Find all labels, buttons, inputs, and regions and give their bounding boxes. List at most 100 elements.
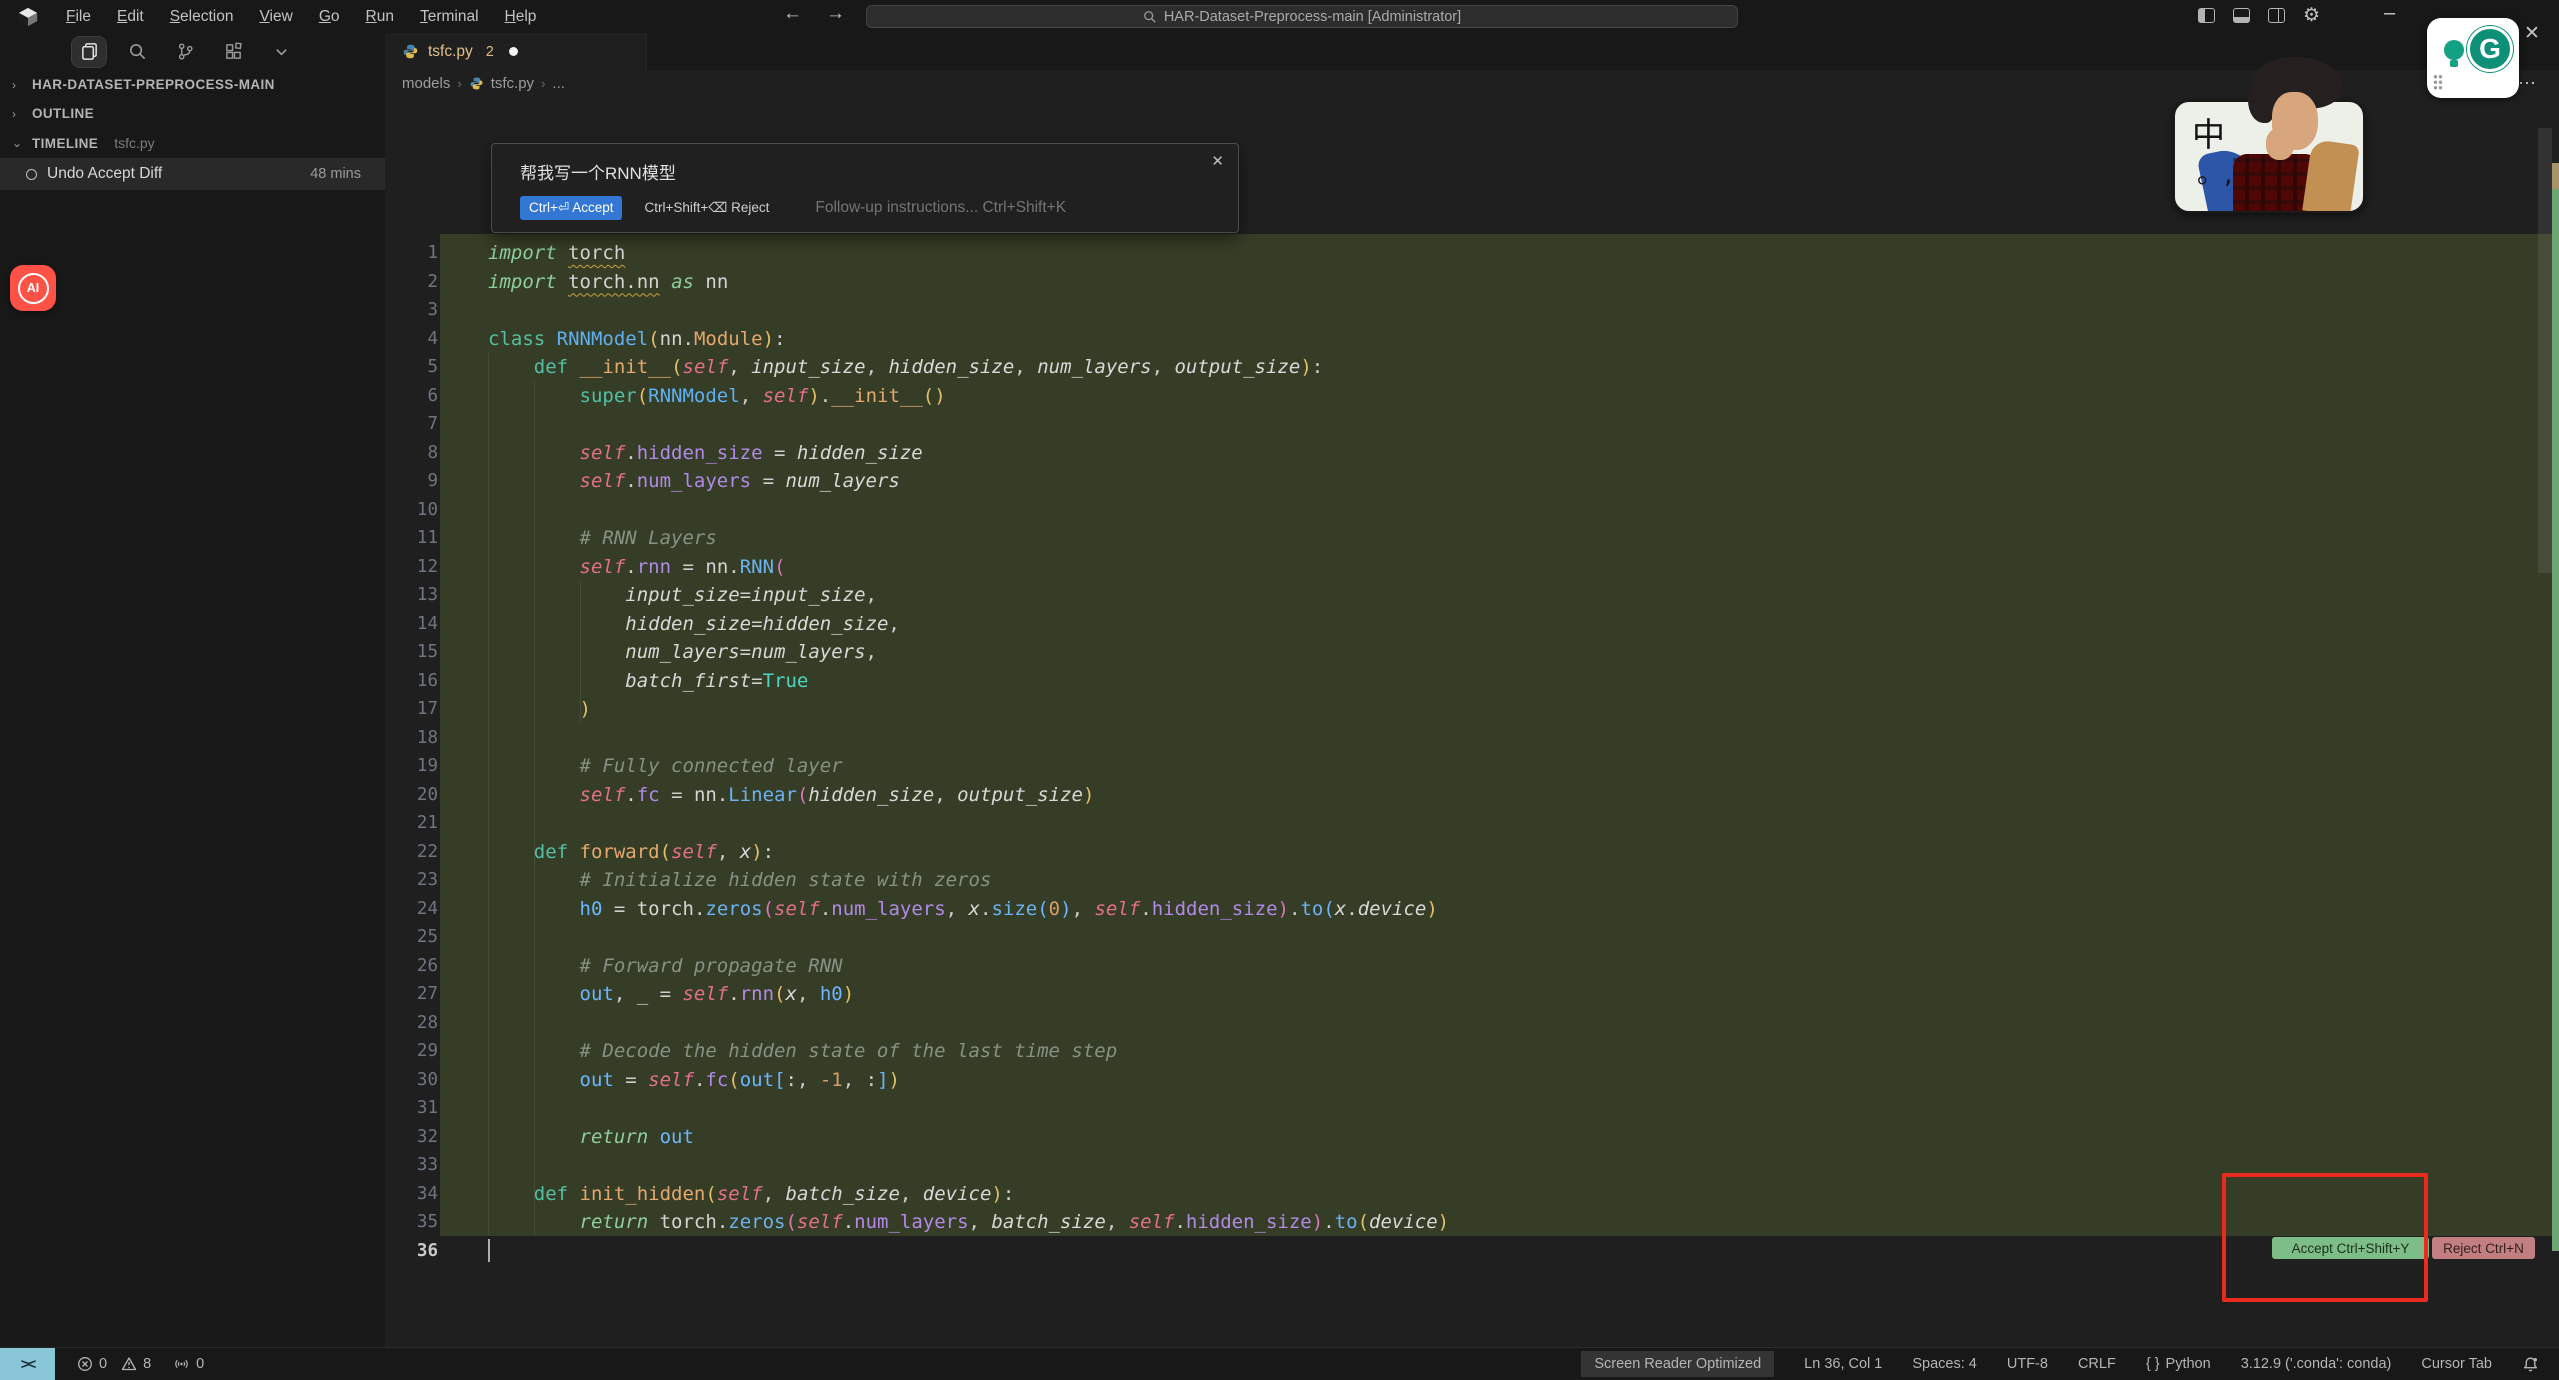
ime-punctuation-indicator[interactable]: 。,	[2197, 152, 2233, 191]
code-line: 22 def forward(self, x):	[385, 838, 2559, 867]
search-view-icon[interactable]	[120, 37, 154, 67]
scrollbar[interactable]	[2538, 128, 2552, 573]
code-line: 5 def __init__(self, input_size, hidden_…	[385, 353, 2559, 382]
window-minimize-icon[interactable]: –	[2384, 2, 2395, 25]
status-bar: >< 0 8 0 Screen Reader Optimized Ln 36, …	[0, 1347, 2559, 1380]
line-number: 17	[385, 695, 455, 724]
eol-status[interactable]: CRLF	[2078, 1356, 2116, 1372]
sidebar-section-timeline[interactable]: ⌄ TIMELINE tsfc.py	[0, 128, 385, 158]
window-title: HAR-Dataset-Preprocess-main [Administrat…	[1164, 9, 1461, 25]
extensions-icon[interactable]	[216, 37, 250, 67]
python-file-icon	[469, 76, 484, 91]
more-actions-icon[interactable]: ⋯	[2518, 73, 2537, 94]
code-line: 3	[385, 296, 2559, 325]
inline-chat-accept-button[interactable]: Ctrl+⏎ Accept	[520, 196, 622, 220]
code-line: 21	[385, 809, 2559, 838]
gear-icon[interactable]: ⚙	[2303, 6, 2320, 25]
line-number: 25	[385, 923, 455, 952]
window-close-icon[interactable]: ✕	[2524, 22, 2540, 45]
line-number: 30	[385, 1066, 455, 1095]
cursor-tab-status[interactable]: Cursor Tab	[2421, 1356, 2492, 1372]
command-center-search[interactable]: HAR-Dataset-Preprocess-main [Administrat…	[866, 5, 1738, 28]
code-line: 17 )	[385, 695, 2559, 724]
warning-icon	[121, 1356, 137, 1372]
line-number: 28	[385, 1009, 455, 1038]
menu-view[interactable]: View	[248, 5, 303, 29]
menu-terminal[interactable]: Terminal	[409, 5, 490, 29]
menu-file[interactable]: File	[55, 5, 102, 29]
remote-indicator[interactable]: ><	[0, 1348, 55, 1380]
code-line: 16 batch_first=True	[385, 667, 2559, 696]
language-status[interactable]: { } Python	[2146, 1356, 2211, 1372]
sidebar-section-project[interactable]: › HAR-DATASET-PREPROCESS-MAIN	[0, 70, 385, 99]
line-number: 19	[385, 752, 455, 781]
search-icon	[1143, 10, 1157, 24]
breadcrumb-symbol[interactable]: ...	[552, 75, 565, 92]
indentation-status[interactable]: Spaces: 4	[1912, 1356, 1977, 1372]
unsaved-dot-icon[interactable]	[509, 47, 518, 56]
line-number: 6	[385, 382, 455, 411]
line-number: 12	[385, 553, 455, 582]
drag-handle-icon[interactable]	[2433, 74, 2443, 90]
breadcrumb-folder[interactable]: models	[402, 75, 450, 92]
chevron-right-icon: ›	[12, 78, 24, 92]
line-number: 11	[385, 524, 455, 553]
ime-mode-indicator[interactable]: 中	[2192, 108, 2225, 156]
diff-reject-button[interactable]: Reject Ctrl+N	[2432, 1237, 2535, 1259]
avatar-vest	[2302, 139, 2360, 211]
menu-go[interactable]: Go	[308, 5, 351, 29]
screen-reader-status[interactable]: Screen Reader Optimized	[1581, 1351, 1774, 1377]
inline-chat-reject-button[interactable]: Ctrl+Shift+⌫ Reject	[644, 200, 769, 216]
notifications-bell-icon[interactable]	[2522, 1356, 2539, 1373]
encoding-status[interactable]: UTF-8	[2007, 1356, 2048, 1372]
nav-forward-icon[interactable]: →	[826, 3, 845, 25]
code-line: 20 self.fc = nn.Linear(hidden_size, outp…	[385, 781, 2559, 810]
timeline-entry-label: Undo Accept Diff	[47, 165, 162, 183]
menu-help[interactable]: Help	[494, 5, 548, 29]
g-extension-icon[interactable]: G	[2467, 26, 2513, 72]
text-cursor	[488, 1239, 490, 1262]
more-views-chevron-icon[interactable]	[264, 37, 298, 67]
python-interpreter-status[interactable]: 3.12.9 ('.conda': conda)	[2241, 1356, 2392, 1372]
tab-tsfc-py[interactable]: tsfc.py 2	[385, 33, 647, 70]
source-control-icon[interactable]	[168, 37, 202, 67]
sidebar-section-outline[interactable]: › OUTLINE	[0, 99, 385, 128]
menu-run[interactable]: Run	[355, 5, 405, 29]
line-number: 8	[385, 439, 455, 468]
tab-bar: tsfc.py 2	[385, 33, 2559, 70]
line-number: 31	[385, 1094, 455, 1123]
problems-status[interactable]: 0 8	[77, 1356, 151, 1372]
code-line: 4class RNNModel(nn.Module):	[385, 325, 2559, 354]
menu-edit[interactable]: Edit	[106, 5, 155, 29]
toggle-secondary-sidebar-icon[interactable]	[2268, 8, 2285, 23]
toggle-panel-icon[interactable]	[2233, 8, 2250, 23]
line-number: 36	[385, 1237, 455, 1266]
code-line: 32 return out	[385, 1123, 2559, 1152]
line-number: 9	[385, 467, 455, 496]
nav-back-icon[interactable]: ←	[783, 3, 802, 25]
code-line: 7	[385, 410, 2559, 439]
cursor-position-status[interactable]: Ln 36, Col 1	[1804, 1356, 1882, 1372]
braces-icon: { }	[2146, 1356, 2160, 1372]
toggle-primary-sidebar-icon[interactable]	[2198, 8, 2215, 23]
ai-assistant-button[interactable]: AI	[10, 265, 56, 311]
breadcrumb-file[interactable]: tsfc.py	[491, 75, 534, 92]
error-count: 0	[99, 1356, 107, 1372]
inline-chat-followup-input[interactable]: Follow-up instructions... Ctrl+Shift+K	[815, 199, 1066, 217]
explorer-icon[interactable]	[72, 37, 106, 67]
avatar-hand	[2266, 128, 2294, 160]
code-line: 14 hidden_size=hidden_size,	[385, 610, 2559, 639]
project-section-label: HAR-DATASET-PREPROCESS-MAIN	[32, 77, 275, 92]
ports-status[interactable]: 0	[173, 1356, 204, 1372]
close-icon[interactable]: ✕	[1211, 152, 1224, 170]
activity-bar	[0, 33, 385, 70]
code-line: 1import torch	[385, 239, 2559, 268]
line-number: 35	[385, 1208, 455, 1237]
menu-bar: File Edit Selection View Go Run Terminal…	[55, 5, 547, 29]
extension-overlay[interactable]: G	[2427, 18, 2519, 98]
code-line: 9 self.num_layers = num_layers	[385, 467, 2559, 496]
menu-selection[interactable]: Selection	[159, 5, 245, 29]
timeline-entry[interactable]: Undo Accept Diff 48 mins	[0, 158, 385, 190]
code-lines[interactable]: 1import torch2import torch.nn as nn34cla…	[385, 239, 2559, 1265]
line-number: 14	[385, 610, 455, 639]
